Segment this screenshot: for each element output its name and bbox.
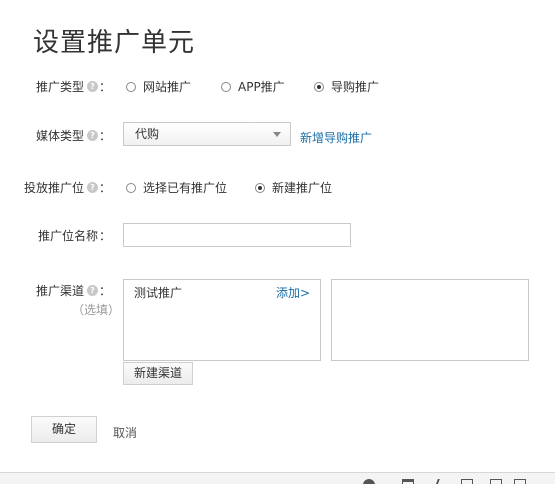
fullscreen-icon[interactable] — [461, 479, 473, 484]
label-colon: ： — [98, 181, 111, 195]
help-icon[interactable]: ? — [86, 182, 98, 193]
help-icon[interactable]: ? — [86, 130, 98, 141]
page-title: 设置推广单元 — [33, 28, 196, 58]
label-colon: ： — [98, 284, 111, 298]
radio-label: 网站推广 — [143, 80, 192, 94]
channel-selected-list[interactable] — [331, 279, 529, 361]
media-type-select[interactable]: 代购 — [123, 122, 291, 146]
radio-circle-icon — [126, 182, 136, 193]
radio-label: APP推广 — [238, 80, 285, 94]
list-item[interactable]: 测试推广 — [134, 284, 182, 301]
add-shopping-promo-link[interactable]: 新增导购推广 — [300, 129, 372, 146]
expand-icon[interactable] — [490, 479, 502, 484]
radio-app-promo[interactable]: APP推广 — [221, 78, 285, 95]
placement-name-label-text: 推广位名称 — [37, 229, 98, 243]
radio-shopping-promo[interactable]: 导购推广 — [314, 78, 379, 95]
add-channel-link[interactable]: 添加> — [276, 284, 310, 301]
placement-label: 投放推广位 ? ： — [24, 179, 111, 196]
radio-checked-icon — [255, 182, 265, 193]
placement-label-text: 投放推广位 — [23, 181, 84, 195]
placement-name-input[interactable] — [123, 223, 351, 247]
radio-circle-icon — [221, 81, 231, 92]
radio-checked-icon — [314, 81, 324, 92]
optional-hint: （选填） — [72, 303, 121, 317]
label-colon: ： — [98, 229, 111, 243]
new-channel-button[interactable]: 新建渠道 — [123, 362, 193, 385]
label-colon: ： — [98, 80, 111, 94]
radio-label: 新建推广位 — [272, 181, 333, 195]
window-icon[interactable] — [402, 479, 414, 484]
radio-website-promo[interactable]: 网站推广 — [126, 78, 191, 95]
help-circle-icon[interactable] — [363, 479, 375, 484]
radio-circle-icon — [126, 81, 136, 92]
confirm-button[interactable]: 确定 — [31, 416, 97, 443]
pen-icon[interactable] — [434, 479, 443, 484]
media-type-label-text: 媒体类型 — [35, 129, 84, 143]
channel-available-list[interactable]: 测试推广 添加> — [123, 279, 321, 361]
channel-label-text: 推广渠道 — [35, 284, 84, 298]
dropdown-arrow-icon — [273, 132, 281, 137]
media-type-selected-value: 代购 — [135, 127, 160, 141]
radio-label: 导购推广 — [331, 80, 380, 94]
radio-existing-placement[interactable]: 选择已有推广位 — [126, 179, 227, 196]
help-icon[interactable]: ? — [86, 285, 98, 296]
placement-name-label: 推广位名称 ： — [38, 227, 111, 244]
cancel-link[interactable]: 取消 — [113, 424, 137, 441]
grid-icon[interactable] — [514, 479, 526, 484]
label-colon: ： — [98, 129, 111, 143]
promo-type-label: 推广类型 ? ： — [36, 78, 111, 95]
help-icon[interactable]: ? — [86, 81, 98, 92]
radio-new-placement[interactable]: 新建推广位 — [255, 179, 332, 196]
bottom-toolbar — [0, 472, 555, 484]
radio-label: 选择已有推广位 — [143, 181, 228, 195]
promo-type-label-text: 推广类型 — [35, 80, 84, 94]
media-type-label: 媒体类型 ? ： — [36, 127, 111, 144]
channel-label: 推广渠道 ? ： — [36, 282, 111, 299]
